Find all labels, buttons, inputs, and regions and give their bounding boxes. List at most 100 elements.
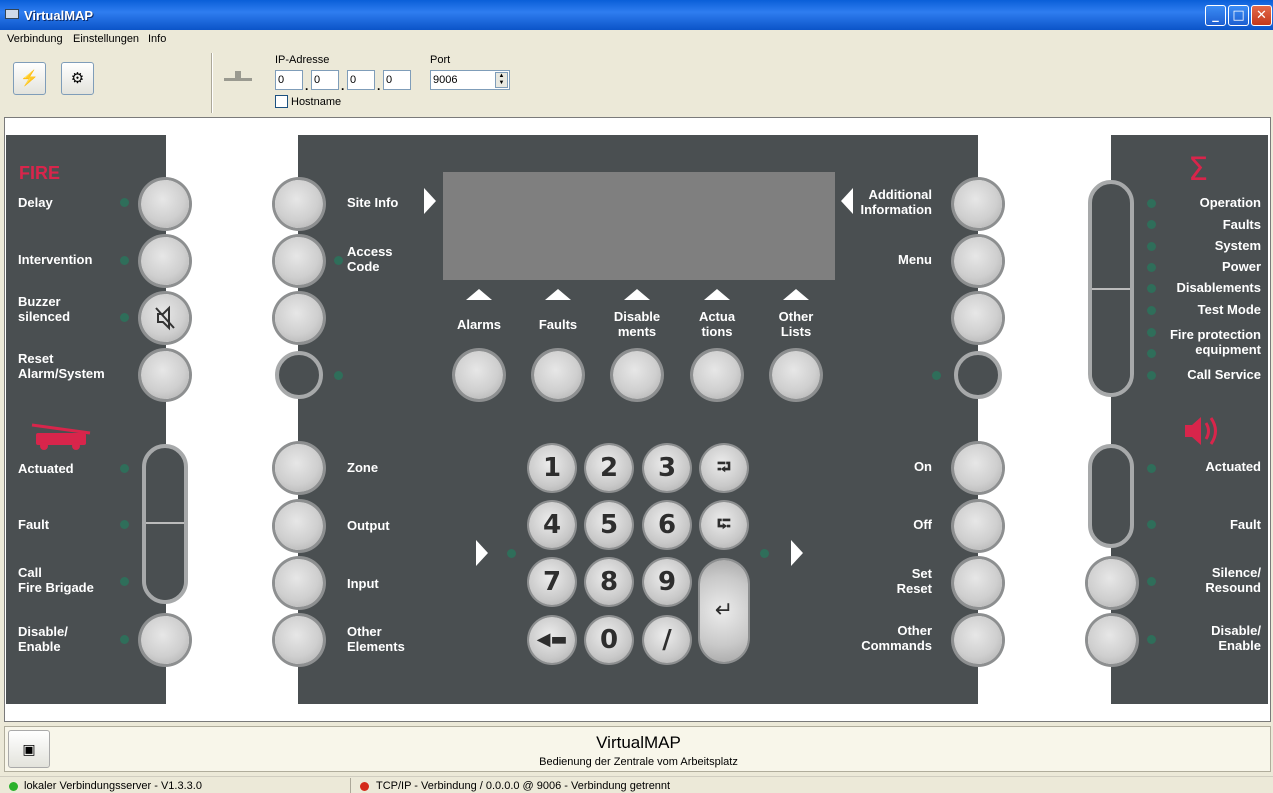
arrow-up-icon: [466, 289, 492, 300]
menu-einstellungen[interactable]: Einstellungen: [73, 33, 139, 45]
numpad-6[interactable]: 6: [644, 502, 690, 548]
left-panel: [6, 135, 166, 704]
call-service-label: Call Service: [1187, 367, 1261, 382]
input-button[interactable]: [275, 559, 323, 607]
lcd-display: [443, 172, 835, 280]
softkey-actuations-button[interactable]: [693, 351, 741, 399]
port-spinner[interactable]: ▲ ▼: [495, 72, 508, 88]
arrow-up-icon: [783, 289, 809, 300]
access-code-button[interactable]: [275, 237, 323, 285]
output-button[interactable]: [275, 502, 323, 550]
close-button[interactable]: ✕: [1251, 5, 1272, 26]
additional-info-button[interactable]: [954, 180, 1002, 228]
other-commands-button[interactable]: [954, 616, 1002, 664]
system-status-indicator: [1088, 180, 1134, 397]
menu-verbindung[interactable]: Verbindung: [7, 33, 63, 45]
numpad-7[interactable]: 7: [529, 559, 575, 605]
enter-key[interactable]: ↵: [700, 560, 748, 662]
numpad-4[interactable]: 4: [529, 502, 575, 548]
ip-label: IP-Adresse: [275, 54, 330, 66]
right-ring-led: [932, 371, 941, 380]
hostname-checkbox[interactable]: [275, 95, 288, 108]
off-button[interactable]: [954, 502, 1002, 550]
brigade-fault-led: [120, 520, 129, 529]
numpad-0[interactable]: 0: [586, 617, 632, 663]
alarm-disable-label: Disable/ Enable: [1211, 623, 1261, 653]
fire-title: FIRE: [19, 163, 61, 183]
hostname-label: Hostname: [291, 96, 342, 108]
siren-icon: [1185, 417, 1217, 445]
minimize-button[interactable]: _: [1205, 5, 1226, 26]
backspace-icon[interactable]: ◀▬: [529, 617, 575, 663]
softkey-alarms-button[interactable]: [455, 351, 503, 399]
delay-button[interactable]: [141, 180, 189, 228]
delay-label: Delay: [18, 195, 53, 210]
alarm-disable-led: [1147, 635, 1156, 644]
menu-info[interactable]: Info: [148, 33, 166, 45]
numpad-2[interactable]: 2: [586, 445, 632, 491]
numpad-8[interactable]: 8: [586, 559, 632, 605]
intervention-button[interactable]: [141, 237, 189, 285]
numpad-right-led: [760, 549, 769, 558]
numpad-3[interactable]: 3: [644, 445, 690, 491]
left-ring-button[interactable]: [275, 351, 323, 399]
zone-button[interactable]: [275, 444, 323, 492]
softkey-actuations-label: Actua tions: [698, 309, 736, 339]
softkey-other-lists-label: Other Lists: [778, 309, 814, 339]
softkey-disablements-button[interactable]: [613, 351, 661, 399]
silence-resound-label: Silence/ Resound: [1205, 565, 1261, 595]
faults-led: [1147, 220, 1156, 229]
numpad-slash[interactable]: /: [644, 617, 690, 663]
lightning-icon: ⚡: [20, 70, 39, 87]
on-label: On: [913, 459, 932, 474]
brigade-actuated-led: [120, 464, 129, 473]
ip-octet-3[interactable]: 0: [347, 70, 375, 90]
menu-button[interactable]: [954, 237, 1002, 285]
brigade-fault-label: Fault: [18, 517, 50, 532]
on-button[interactable]: [954, 444, 1002, 492]
site-info-button[interactable]: [275, 180, 323, 228]
silence-resound-button[interactable]: [1088, 559, 1136, 607]
brigade-disable-label: Disable/ Enable: [18, 624, 68, 654]
numpad-9[interactable]: 9: [644, 559, 690, 605]
softkey-other-lists-button[interactable]: [772, 351, 820, 399]
operation-label: Operation: [1199, 195, 1261, 210]
buzzer-silence-button[interactable]: [141, 294, 189, 342]
system-led: [1147, 242, 1156, 251]
other-elements-button[interactable]: [275, 616, 323, 664]
numpad-1[interactable]: 1: [529, 445, 575, 491]
port-input[interactable]: 9006 ▲ ▼: [430, 70, 510, 90]
alarm-disable-button[interactable]: [1088, 616, 1136, 664]
input-label: Input: [347, 576, 379, 591]
brigade-status-indicator: [142, 444, 188, 604]
toolbar: ⚡ ⚙ IP-Adresse 0 . 0 . 0 . 0 Port 9006 ▲…: [0, 49, 1273, 115]
silence-resound-led: [1147, 577, 1156, 586]
indicator-fill: [1092, 288, 1130, 393]
gear-icon: ⚙: [70, 70, 85, 87]
access-code-label: Access Code: [347, 244, 393, 274]
other-commands-label: Other Commands: [861, 623, 932, 653]
footer-banner: ▣ VirtualMAP Bedienung der Zentrale vom …: [4, 726, 1271, 772]
connect-button[interactable]: ⚡: [13, 62, 46, 95]
left-unlabeled-button[interactable]: [275, 294, 323, 342]
brigade-disable-button[interactable]: [141, 616, 189, 664]
network-icon: [224, 71, 252, 81]
maximize-button[interactable]: □: [1228, 5, 1249, 26]
settings-button[interactable]: ⚙: [61, 62, 94, 95]
nav-down-icon[interactable]: ⮓: [701, 502, 747, 548]
ip-octet-4[interactable]: 0: [383, 70, 411, 90]
reset-alarm-button[interactable]: [141, 351, 189, 399]
set-reset-button[interactable]: [954, 559, 1002, 607]
arrow-up-icon: [624, 289, 650, 300]
right-unlabeled-button[interactable]: [954, 294, 1002, 342]
call-brigade-label: Call Fire Brigade: [18, 565, 94, 595]
right-ring-button[interactable]: [954, 351, 1002, 399]
power-label: Power: [1221, 259, 1261, 274]
arrow-right-icon: [476, 540, 488, 566]
softkey-faults-button[interactable]: [534, 351, 582, 399]
numpad-5[interactable]: 5: [586, 502, 632, 548]
nav-up-icon[interactable]: ⮒: [701, 445, 747, 491]
ip-octet-2[interactable]: 0: [311, 70, 339, 90]
ip-octet-1[interactable]: 0: [275, 70, 303, 90]
ip-separator: .: [305, 79, 309, 93]
